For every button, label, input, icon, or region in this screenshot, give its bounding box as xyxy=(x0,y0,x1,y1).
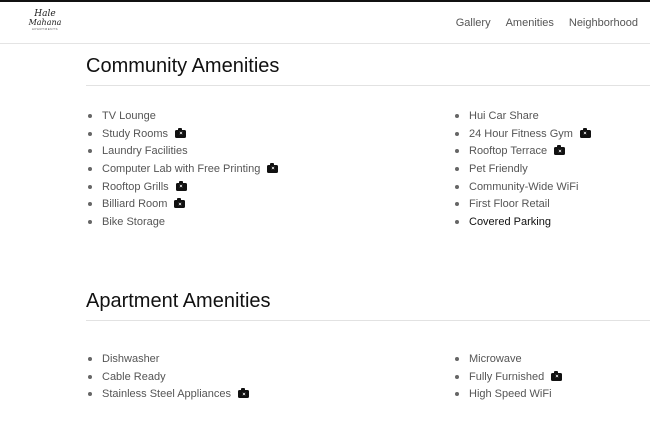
amenity-item: Rooftop Grills xyxy=(88,178,278,196)
bullet-dot xyxy=(88,166,92,171)
amenity-item: Dishwasher xyxy=(88,350,249,368)
amenity-label: Computer Lab with Free Printing xyxy=(102,162,261,175)
logo-line-3: APARTMENTS xyxy=(31,27,59,31)
amenity-item: Study Rooms xyxy=(88,125,278,143)
amenity-label: TV Lounge xyxy=(102,109,156,122)
amenity-item: TV Lounge xyxy=(88,107,278,125)
nav-neighborhood[interactable]: Neighborhood xyxy=(569,17,638,29)
bullet-dot xyxy=(455,166,459,171)
amenity-label: Hui Car Share xyxy=(469,109,539,122)
bullet-dot xyxy=(88,392,92,397)
amenity-label: High Speed WiFi xyxy=(469,388,552,401)
bullet-dot xyxy=(88,113,92,118)
camera-icon[interactable] xyxy=(175,127,187,138)
amenity-label: Billiard Room xyxy=(102,198,168,211)
bullet-dot xyxy=(88,202,92,207)
amenity-label: Laundry Facilities xyxy=(102,145,188,158)
apartment-amenities-right-list: Microwave Fully Furnished High Speed WiFi xyxy=(455,350,563,403)
nav-amenities[interactable]: Amenities xyxy=(506,17,554,29)
bullet-dot xyxy=(455,392,459,397)
amenity-item: Rooftop Terrace xyxy=(455,142,591,160)
amenity-label: Fully Furnished xyxy=(469,370,545,383)
amenity-label: Covered Parking xyxy=(469,215,551,228)
amenity-item: Microwave xyxy=(455,350,562,368)
amenity-label: Community-Wide WiFi xyxy=(469,180,579,193)
amenity-item: Stainless Steel Appliances xyxy=(88,385,250,403)
camera-icon[interactable] xyxy=(554,145,566,156)
community-section-divider xyxy=(86,85,650,86)
amenity-item: Cable Ready xyxy=(88,368,249,386)
amenity-label: Bike Storage xyxy=(102,215,165,228)
camera-icon[interactable] xyxy=(267,162,279,173)
main-nav: Gallery Amenities Neighborhood xyxy=(456,2,638,44)
amenity-label: Cable Ready xyxy=(102,370,166,383)
amenity-label: Pet Friendly xyxy=(469,162,528,175)
amenity-item: 24 Hour Fitness Gym xyxy=(455,125,591,143)
amenity-item: Fully Furnished xyxy=(455,368,563,386)
bullet-dot xyxy=(88,131,92,136)
community-amenities-right-list: Hui Car Share 24 Hour Fitness Gym Rooftop … xyxy=(455,107,591,231)
bullet-dot xyxy=(455,113,459,118)
amenity-item: High Speed WiFi xyxy=(455,385,562,403)
site-header: Hale Mahana APARTMENTS Gallery Amenities… xyxy=(0,2,650,44)
camera-icon[interactable] xyxy=(579,127,591,138)
amenity-item: First Floor Retail xyxy=(455,195,591,213)
amenity-label: First Floor Retail xyxy=(469,198,550,211)
amenity-label: Microwave xyxy=(469,352,522,365)
community-amenities-title: Community Amenities xyxy=(86,55,280,77)
camera-icon[interactable] xyxy=(175,180,187,191)
apartment-amenities-title: Apartment Amenities xyxy=(86,290,271,312)
bullet-dot xyxy=(455,219,459,224)
camera-icon[interactable] xyxy=(238,388,250,399)
nav-gallery[interactable]: Gallery xyxy=(456,17,491,29)
amenity-label: Dishwasher xyxy=(102,352,160,365)
camera-icon[interactable] xyxy=(174,198,186,209)
bullet-dot xyxy=(455,356,459,361)
amenity-item: Bike Storage xyxy=(88,213,278,231)
bullet-dot xyxy=(455,184,459,189)
site-logo[interactable]: Hale Mahana APARTMENTS xyxy=(28,10,62,38)
bullet-dot xyxy=(455,131,459,136)
amenity-item: Computer Lab with Free Printing xyxy=(88,160,279,178)
bullet-dot xyxy=(88,219,92,224)
community-amenities-left-list: TV Lounge Study Rooms Laundry Facilities Co… xyxy=(88,107,279,231)
bullet-dot xyxy=(455,149,459,154)
apartment-amenities-left-list: Dishwasher Cable Ready Stainless Steel App… xyxy=(88,350,250,403)
amenity-item: Hui Car Share xyxy=(455,107,591,125)
amenity-label: Rooftop Grills xyxy=(102,180,169,193)
bullet-dot xyxy=(88,149,92,154)
amenity-item: Billiard Room xyxy=(88,195,278,213)
amenity-label: Study Rooms xyxy=(102,127,169,140)
amenity-label: Rooftop Terrace xyxy=(469,145,548,158)
camera-icon[interactable] xyxy=(551,370,563,381)
amenity-label: 24 Hour Fitness Gym xyxy=(469,127,573,140)
amenity-item: Covered Parking xyxy=(455,213,591,231)
amenity-item: Laundry Facilities xyxy=(88,142,278,160)
bullet-dot xyxy=(88,184,92,189)
amenity-item: Community-Wide WiFi xyxy=(455,178,591,196)
apartment-section-divider xyxy=(86,320,650,321)
amenity-label: Stainless Steel Appliances xyxy=(102,388,232,401)
bullet-dot xyxy=(455,374,459,379)
amenity-item: Pet Friendly xyxy=(455,160,591,178)
logo-line-2: Mahana xyxy=(28,18,62,27)
bullet-dot xyxy=(88,356,92,361)
bullet-dot xyxy=(88,374,92,379)
bullet-dot xyxy=(455,202,459,207)
